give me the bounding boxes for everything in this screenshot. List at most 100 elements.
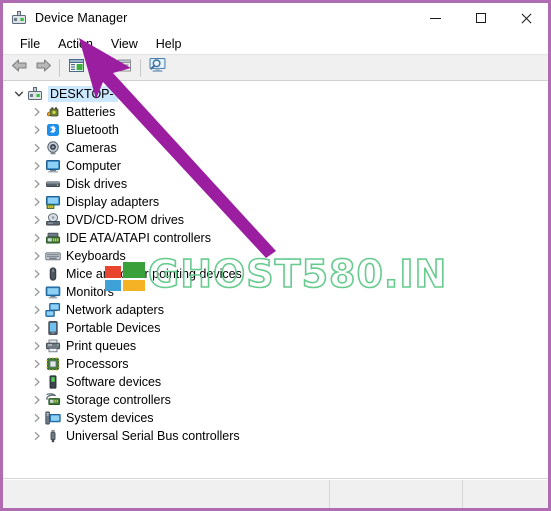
menu-view[interactable]: View (102, 35, 147, 53)
computer-icon (45, 158, 61, 174)
tree-item-storage-controllers[interactable]: Storage controllers (3, 391, 548, 409)
tree-item-keyboards[interactable]: Keyboards (3, 247, 548, 265)
maximize-icon (475, 13, 486, 23)
svg-text:?: ? (98, 62, 103, 72)
properties-button[interactable] (112, 57, 136, 79)
forward-button[interactable] (31, 57, 55, 79)
tree-item-network-adapters[interactable]: Network adapters (3, 301, 548, 319)
toolbar-separator-1 (59, 58, 60, 77)
chevron-down-icon[interactable] (11, 89, 27, 99)
tree-item-ide-ata-atapi-controllers[interactable]: IDE ATA/ATAPI controllers (3, 229, 548, 247)
tree-item-portable-devices[interactable]: Portable Devices (3, 319, 548, 337)
device-tree[interactable]: DESKTOP- Batteries Bluetooth Cameras Com… (3, 81, 548, 479)
tree-item-mice-and-other-pointing-devices[interactable]: Mice and other pointing devices (3, 265, 548, 283)
tree-item-computer[interactable]: Computer (3, 157, 548, 175)
console-tree-icon (68, 58, 85, 78)
tree-item-label: Keyboards (66, 249, 126, 263)
chevron-right-icon[interactable] (29, 251, 45, 261)
status-cell-2 (330, 480, 463, 508)
title-bar: Device Manager (3, 3, 548, 33)
tree-item-display-adapters[interactable]: Display adapters (3, 193, 548, 211)
battery-icon (45, 104, 61, 120)
system-device-icon (45, 410, 61, 426)
tree-root-label: DESKTOP- (48, 86, 118, 102)
tree-item-label: Storage controllers (66, 393, 171, 407)
portable-device-icon (45, 320, 61, 336)
chevron-right-icon[interactable] (29, 233, 45, 243)
chevron-right-icon[interactable] (29, 107, 45, 117)
tree-item-label: IDE ATA/ATAPI controllers (66, 231, 211, 245)
tree-root-node[interactable]: DESKTOP- (3, 85, 548, 103)
minimize-icon (430, 17, 441, 19)
chevron-right-icon[interactable] (29, 161, 45, 171)
chevron-right-icon[interactable] (29, 125, 45, 135)
computer-root-icon (27, 86, 43, 102)
tree-item-label: System devices (66, 411, 154, 425)
dvd-drive-icon (45, 212, 61, 228)
tree-item-label: Monitors (66, 285, 114, 299)
menu-file[interactable]: File (11, 35, 49, 53)
properties-icon (116, 58, 133, 78)
chevron-right-icon[interactable] (29, 413, 45, 423)
tree-item-print-queues[interactable]: Print queues (3, 337, 548, 355)
toolbar: ? (3, 55, 548, 81)
maximize-button[interactable] (458, 3, 503, 33)
tree-item-universal-serial-bus-controllers[interactable]: Universal Serial Bus controllers (3, 427, 548, 445)
menu-bar: File Action View Help (3, 33, 548, 55)
status-cell-1 (3, 480, 330, 508)
tree-item-label: Network adapters (66, 303, 164, 317)
tree-item-batteries[interactable]: Batteries (3, 103, 548, 121)
chevron-right-icon[interactable] (29, 431, 45, 441)
toolbar-separator-2 (140, 58, 141, 77)
chevron-right-icon[interactable] (29, 197, 45, 207)
status-bar (3, 479, 548, 508)
chevron-right-icon[interactable] (29, 143, 45, 153)
chevron-right-icon[interactable] (29, 359, 45, 369)
chevron-right-icon[interactable] (29, 305, 45, 315)
tree-item-label: Processors (66, 357, 129, 371)
tree-item-processors[interactable]: Processors (3, 355, 548, 373)
tree-item-label: Cameras (66, 141, 117, 155)
tree-item-monitors[interactable]: Monitors (3, 283, 548, 301)
menu-action[interactable]: Action (49, 35, 102, 53)
printer-icon (45, 338, 61, 354)
close-button[interactable] (503, 3, 548, 33)
scan-monitor-icon (148, 57, 167, 78)
tree-item-disk-drives[interactable]: Disk drives (3, 175, 548, 193)
software-device-icon (45, 374, 61, 390)
status-cell-3 (463, 480, 548, 508)
display-adapter-icon (45, 194, 61, 210)
tree-item-bluetooth[interactable]: Bluetooth (3, 121, 548, 139)
menu-help[interactable]: Help (147, 35, 191, 53)
minimize-button[interactable] (413, 3, 458, 33)
show-hide-console-tree-button[interactable] (64, 57, 88, 79)
tree-item-label: Portable Devices (66, 321, 161, 335)
camera-icon (45, 140, 61, 156)
chevron-right-icon[interactable] (29, 323, 45, 333)
tree-item-dvd-cdrom-drives[interactable]: DVD/CD-ROM drives (3, 211, 548, 229)
back-button[interactable] (7, 57, 31, 79)
tree-item-software-devices[interactable]: Software devices (3, 373, 548, 391)
chevron-right-icon[interactable] (29, 341, 45, 351)
chevron-right-icon[interactable] (29, 269, 45, 279)
disk-drive-icon (45, 176, 61, 192)
tree-item-label: Display adapters (66, 195, 160, 209)
tree-item-cameras[interactable]: Cameras (3, 139, 548, 157)
usb-controller-icon (45, 428, 61, 444)
scan-hardware-changes-button[interactable] (145, 57, 169, 79)
tree-item-label: Bluetooth (66, 123, 119, 137)
tree-item-label: Disk drives (66, 177, 128, 191)
chevron-right-icon[interactable] (29, 377, 45, 387)
tree-item-label: Mice and other pointing devices (66, 267, 242, 281)
chevron-right-icon[interactable] (29, 215, 45, 225)
tree-item-label: Software devices (66, 375, 162, 389)
tree-item-label: Print queues (66, 339, 137, 353)
close-icon (520, 12, 532, 24)
chevron-right-icon[interactable] (29, 395, 45, 405)
window-title: Device Manager (35, 11, 128, 25)
chevron-right-icon[interactable] (29, 179, 45, 189)
help-button[interactable]: ? (88, 57, 112, 79)
tree-item-system-devices[interactable]: System devices (3, 409, 548, 427)
chevron-right-icon[interactable] (29, 287, 45, 297)
tree-item-label: Computer (66, 159, 121, 173)
